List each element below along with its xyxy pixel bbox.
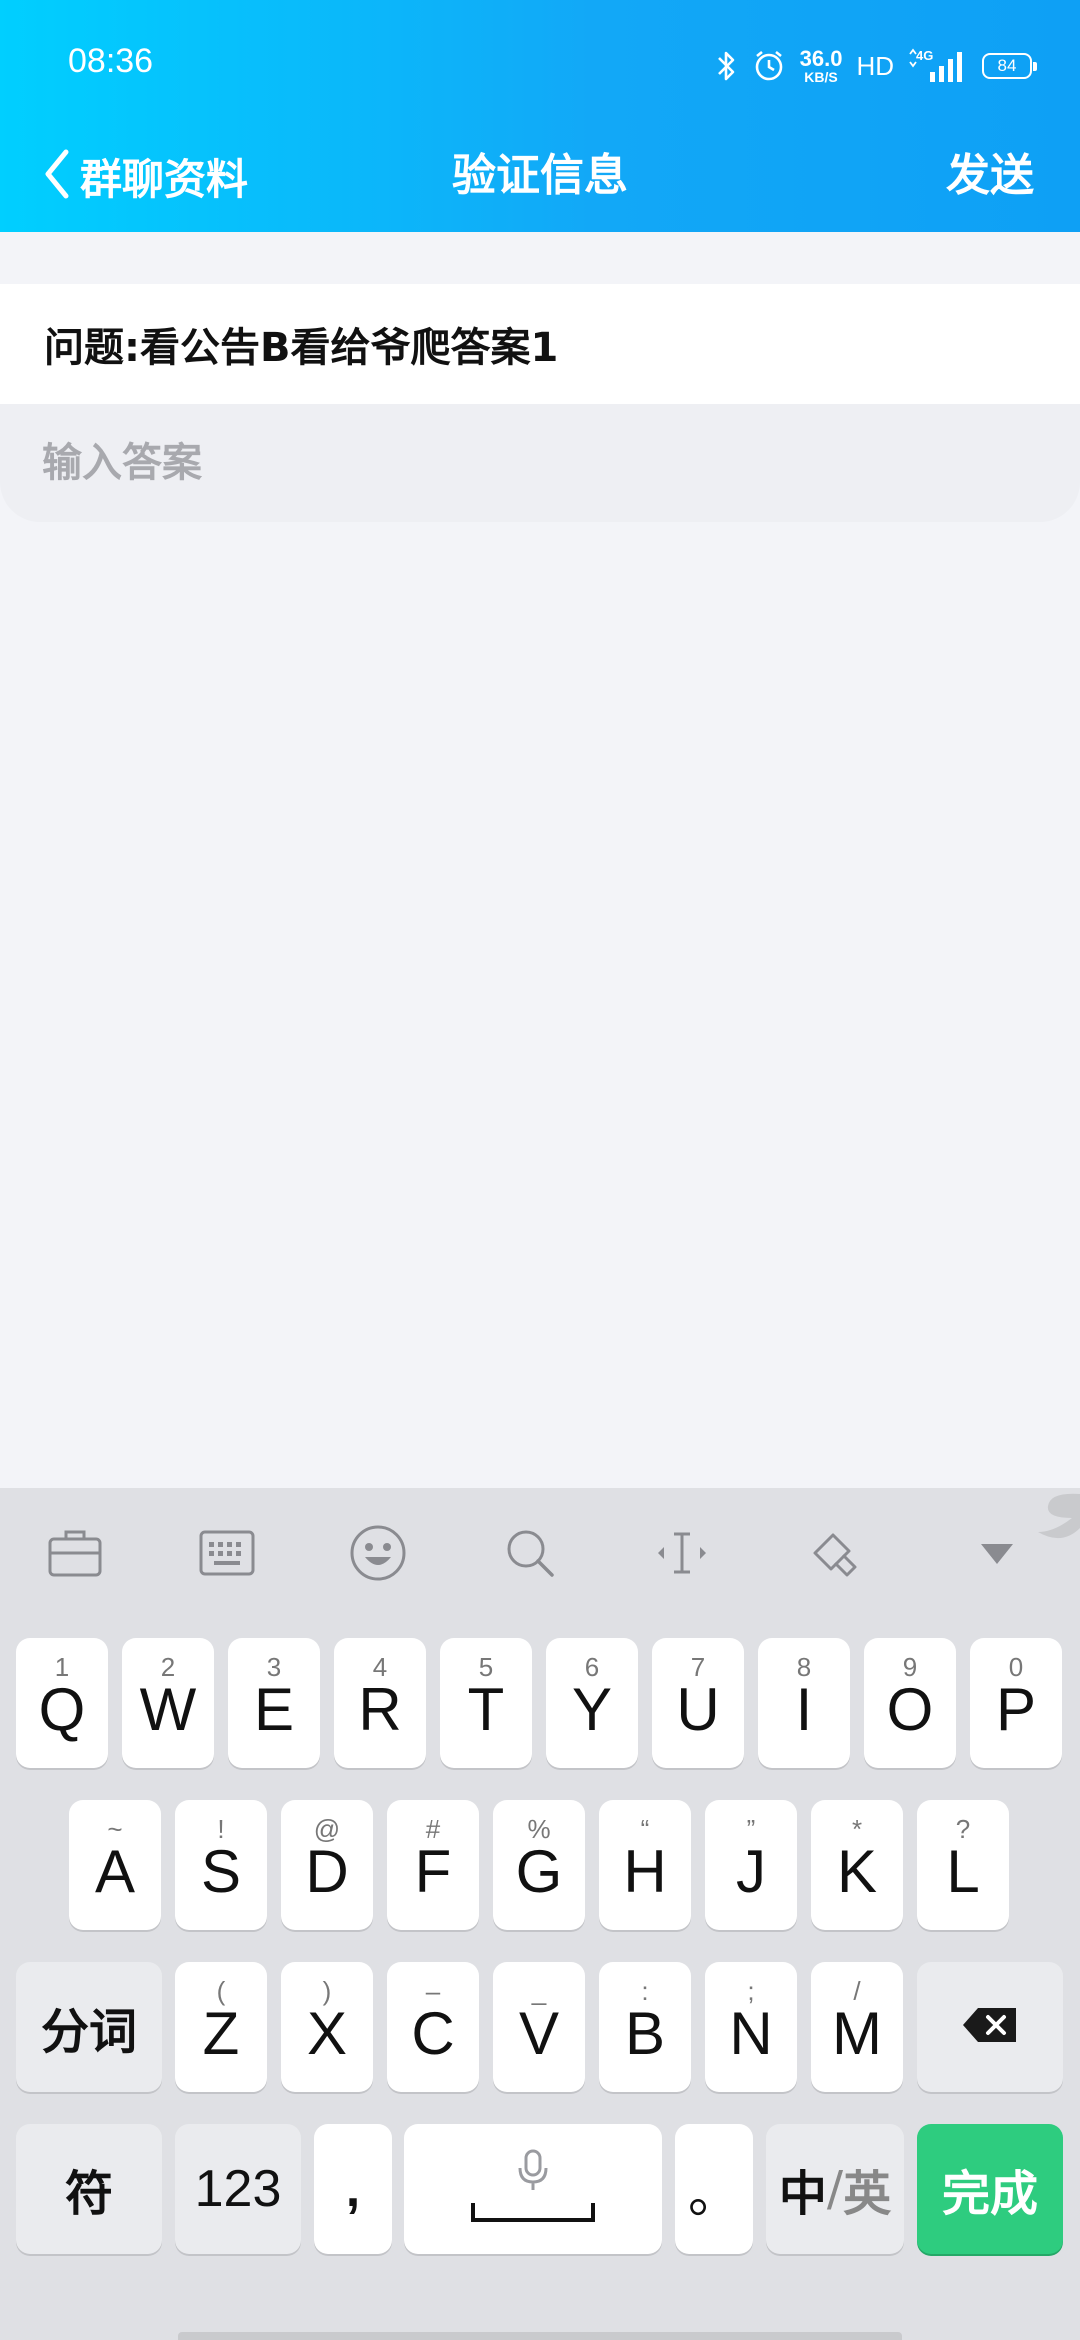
key-n[interactable]: ; N (705, 1962, 797, 2092)
segment-key[interactable]: 分词 (16, 1962, 162, 2092)
key-x[interactable]: ) X (281, 1962, 373, 2092)
emoji-icon[interactable] (343, 1518, 413, 1588)
keyboard-toolbar (0, 1488, 1080, 1618)
header-bar: 08:36 36.0 KB/S HD 4G 84 群聊资料 验证信息 发送 (0, 0, 1080, 232)
key-p[interactable]: 0P (970, 1638, 1062, 1768)
keyboard-icon[interactable] (192, 1518, 262, 1588)
cursor-icon[interactable] (647, 1518, 717, 1588)
status-bar: 08:36 36.0 KB/S HD 4G 84 (0, 0, 1080, 130)
space-key[interactable] (404, 2124, 662, 2254)
key-g[interactable]: % G (493, 1800, 585, 1930)
send-button[interactable]: 发送 (946, 130, 1034, 222)
key-z[interactable]: (Z (175, 1962, 267, 2092)
hd-indicator: HD (856, 50, 894, 81)
key-b[interactable]: :B (599, 1962, 691, 2092)
back-button[interactable]: 群聊资料 (40, 130, 248, 222)
period-key[interactable]: 。 (675, 2124, 753, 2254)
key-w[interactable]: 2W (122, 1638, 214, 1768)
battery-indicator: 84 (982, 53, 1037, 79)
answer-input[interactable] (0, 404, 1080, 522)
key-f[interactable]: # F (387, 1800, 479, 1930)
key-c[interactable]: – C (387, 1962, 479, 2092)
key-u[interactable]: 7U (652, 1638, 744, 1768)
search-icon[interactable] (495, 1518, 565, 1588)
key-q[interactable]: 1Q (16, 1638, 108, 1768)
chevron-left-icon (40, 148, 74, 204)
status-time: 08:36 (68, 42, 154, 80)
key-a[interactable]: ~ A (69, 1800, 161, 1930)
soft-keyboard: 1Q 2W 3E 4R 5T 6Y 7U 8I 9O 0P ~ A ! S @ D #… (0, 1488, 1080, 2340)
done-button[interactable]: 完成 (917, 2124, 1063, 2254)
network-speed: 36.0 KB/S (799, 46, 843, 85)
comma-key[interactable]: , (314, 2124, 392, 2254)
key-i[interactable]: 8I (758, 1638, 850, 1768)
sogou-logo-icon (1038, 1493, 1080, 1539)
key-e[interactable]: 3E (228, 1638, 320, 1768)
hide-keyboard-icon[interactable] (962, 1518, 1032, 1588)
key-m[interactable]: / M (811, 1962, 903, 2092)
backspace-icon (960, 2005, 1020, 2049)
status-icons: 36.0 KB/S HD 4G 84 (716, 44, 1037, 88)
nav-bar: 群聊资料 验证信息 发送 (0, 130, 1080, 222)
backspace-key[interactable] (917, 1962, 1063, 2092)
number-key[interactable]: 123 (175, 2124, 301, 2254)
question-row: 问题:看公告B看给爷爬答案1 (0, 284, 1080, 404)
toolbox-icon[interactable] (40, 1518, 110, 1588)
signal-icon: 4G (908, 46, 968, 86)
key-o[interactable]: 9O (864, 1638, 956, 1768)
key-l[interactable]: ? L (917, 1800, 1009, 1930)
key-s[interactable]: ! S (175, 1800, 267, 1930)
alarm-icon (752, 46, 786, 86)
key-v[interactable]: _ V (493, 1962, 585, 2092)
symbol-key[interactable]: 符 (16, 2124, 162, 2254)
bluetooth-icon (716, 46, 738, 86)
key-r[interactable]: 4R (334, 1638, 426, 1768)
space-bar-icon (470, 2200, 596, 2228)
question-text: 问题:看公告B看给爷爬答案1 (44, 325, 559, 371)
svg-text:4G: 4G (916, 48, 933, 63)
back-label: 群聊资料 (80, 154, 249, 204)
key-t[interactable]: 5T (440, 1638, 532, 1768)
key-k[interactable]: * K (811, 1800, 903, 1930)
microphone-icon (516, 2148, 550, 2196)
key-d[interactable]: @ D (281, 1800, 373, 1930)
language-toggle-key[interactable]: 中 / 英 (766, 2124, 904, 2254)
clipboard-icon[interactable] (798, 1518, 868, 1588)
key-y[interactable]: 6Y (546, 1638, 638, 1768)
key-h[interactable]: “H (599, 1800, 691, 1930)
home-indicator (178, 2332, 902, 2340)
key-j[interactable]: ” J (705, 1800, 797, 1930)
